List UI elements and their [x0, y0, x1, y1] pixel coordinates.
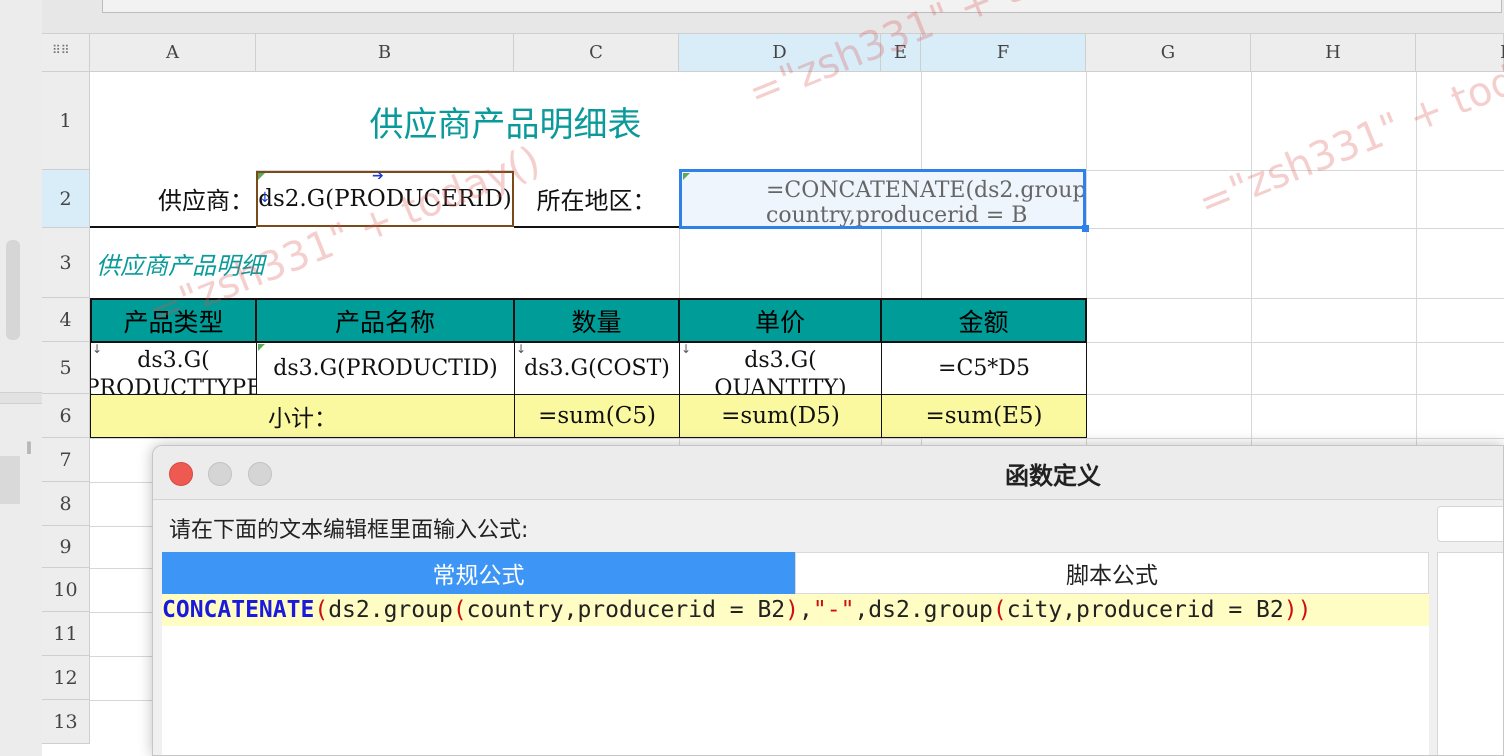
column-header-c[interactable]: C: [514, 34, 679, 72]
amount-cell[interactable]: =C5*D5: [881, 342, 1087, 395]
region-formula-line1: =CONCATENATE(ds2.group(: [766, 178, 1086, 203]
grid-icon: ⠿⠿: [52, 43, 70, 57]
header-quantity[interactable]: 数量: [513, 298, 680, 343]
product-type-line2: PRODUCTTYPE: [90, 376, 257, 395]
subtotal-amount-cell[interactable]: =sum(E5): [881, 394, 1087, 438]
unit-price-line2: QUANTITY): [714, 376, 847, 395]
subtotal-quantity-cell[interactable]: =sum(C5): [514, 394, 680, 438]
product-type-cell[interactable]: ds3.G( PRODUCTTYPE: [90, 342, 257, 395]
tab-script-formula[interactable]: 脚本公式: [795, 552, 1429, 594]
header-unit-price[interactable]: 单价: [678, 298, 882, 343]
row-header-13[interactable]: 13: [42, 700, 90, 744]
product-name-cell[interactable]: ds3.G(PRODUCTID): [256, 342, 515, 395]
formula-token: )): [1283, 597, 1312, 623]
select-all-corner[interactable]: ⠿⠿: [42, 34, 90, 72]
unit-price-cell[interactable]: ds3.G( QUANTITY): [679, 342, 882, 395]
row-header-10[interactable]: 10: [42, 568, 90, 612]
unit-price-line1: ds3.G(: [744, 348, 817, 373]
row-header-4[interactable]: 4: [42, 298, 90, 342]
row-header-12[interactable]: 12: [42, 656, 90, 700]
cell-marker-icon: [683, 173, 690, 180]
formula-token: CONCATENATE: [162, 597, 315, 623]
column-header-a[interactable]: A: [90, 34, 256, 72]
formula-token: (: [992, 597, 1007, 623]
formula-bar[interactable]: [102, 0, 1502, 13]
expand-down-icon: ↓: [681, 342, 692, 356]
header-amount[interactable]: 金额: [880, 298, 1087, 343]
row-header-1[interactable]: 1: [42, 72, 90, 170]
function-definition-dialog: 函数定义 请在下面的文本编辑框里面输入公式: 常规公式 脚本公式 CONCATE…: [152, 445, 1504, 756]
selection-fill-handle[interactable]: [1082, 225, 1089, 232]
formula-token: country,producerid = B2: [466, 597, 786, 623]
subtotal-label-cell[interactable]: 小计：: [90, 394, 515, 438]
formula-token: "-": [812, 597, 855, 623]
row-header-7[interactable]: 7: [42, 438, 90, 482]
formula-token: (: [452, 597, 467, 623]
function-list-panel[interactable]: [1437, 552, 1503, 755]
function-search-input[interactable]: [1437, 506, 1503, 542]
formula-token: ): [785, 597, 800, 623]
cell-marker-icon: [258, 173, 265, 180]
expand-down-icon: ↓: [92, 342, 103, 356]
column-header-h[interactable]: H: [1251, 34, 1416, 72]
drag-handle-icon[interactable]: ‖: [26, 440, 32, 454]
left-scrollbar[interactable]: [6, 240, 20, 340]
supplier-label-cell[interactable]: 供应商：: [90, 170, 256, 228]
formula-token: (: [314, 597, 329, 623]
row-header-6[interactable]: 6: [42, 394, 90, 438]
top-toolbar: [42, 0, 1504, 34]
subtotal-price-cell[interactable]: =sum(D5): [679, 394, 882, 438]
grid-line: [90, 438, 1504, 439]
expand-right-icon: ➔: [372, 168, 384, 184]
row-header-3[interactable]: 3: [42, 228, 90, 298]
formula-token: ds2.group: [328, 597, 453, 623]
row-header-5[interactable]: 5: [42, 342, 90, 394]
column-header-b[interactable]: B: [256, 34, 514, 72]
panel-tab[interactable]: [0, 456, 20, 504]
formula-token: ,: [799, 597, 813, 623]
row-header-9[interactable]: 9: [42, 526, 90, 568]
panel-divider[interactable]: [0, 392, 42, 404]
product-type-line1: ds3.G(: [137, 348, 210, 373]
expand-down-icon: ↓: [516, 342, 527, 356]
row-header-8[interactable]: 8: [42, 482, 90, 526]
region-formula-line2: country,producerid = B: [766, 203, 1028, 228]
expand-down-icon: ↓: [259, 190, 271, 206]
formula-editor[interactable]: CONCATENATE(ds2.group(country,producerid…: [162, 594, 1429, 755]
row-header-11[interactable]: 11: [42, 612, 90, 656]
column-header-g[interactable]: G: [1086, 34, 1251, 72]
cell-marker-icon: [258, 344, 265, 351]
header-product-name[interactable]: 产品名称: [255, 298, 515, 343]
tab-normal-formula[interactable]: 常规公式: [162, 552, 795, 594]
row-header-2[interactable]: 2: [42, 170, 90, 228]
quantity-cell[interactable]: ds3.G(COST): [514, 342, 680, 395]
formula-line: CONCATENATE(ds2.group(country,producerid…: [162, 594, 1429, 626]
left-panel: ‖: [0, 0, 42, 756]
formula-token: ,ds2.group: [854, 597, 993, 623]
formula-token: city,producerid = B2: [1006, 597, 1284, 623]
region-formula-cell[interactable]: =CONCATENATE(ds2.group( country,producer…: [679, 169, 1086, 229]
formula-prompt: 请在下面的文本编辑框里面输入公式:: [169, 518, 529, 543]
dialog-title: 函数定义: [1005, 461, 1101, 490]
